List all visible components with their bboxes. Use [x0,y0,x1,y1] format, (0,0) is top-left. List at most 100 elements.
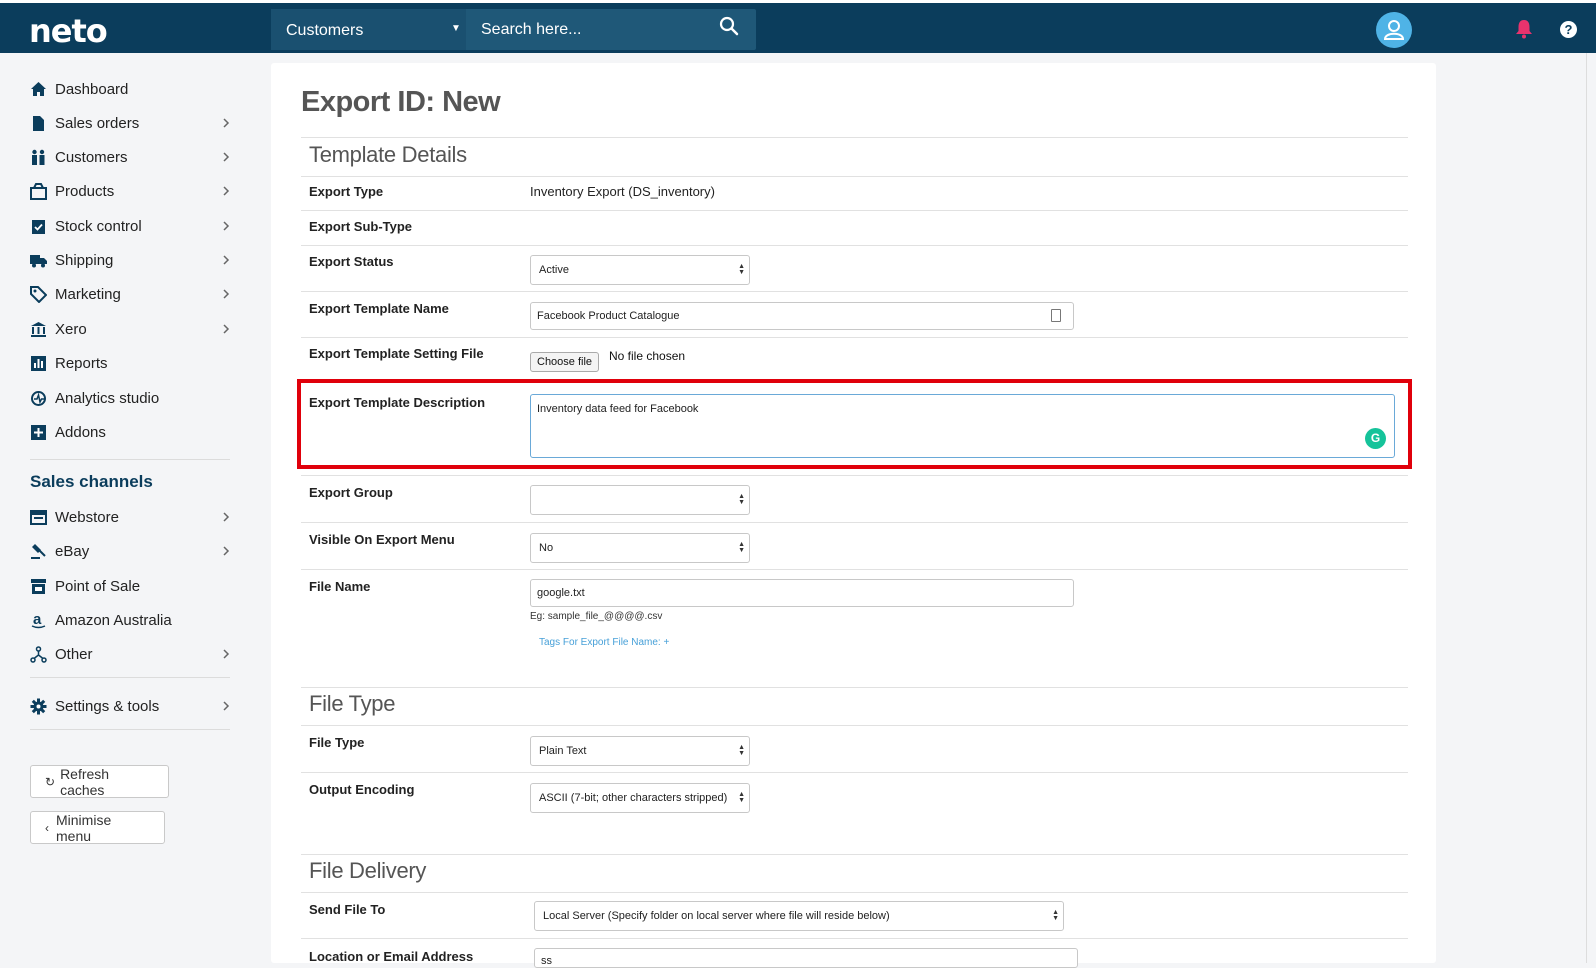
export-group-select[interactable]: ▲ ▼ [530,485,750,515]
search-icon[interactable] [718,15,748,43]
sidebar-item-amazon-australia[interactable]: a Amazon Australia [30,606,230,634]
help-icon[interactable]: ? [1560,21,1577,38]
chevron-right-icon [222,322,230,334]
select-arrows-icon: ▲ ▼ [738,263,745,276]
bar-chart-icon [30,355,47,372]
output-encoding-value: ASCII (7-bit; other characters stripped) [539,792,728,804]
sidebar-item-label: Stock control [55,217,142,235]
sidebar-item-ebay[interactable]: eBay [30,537,230,565]
divider [301,522,1408,523]
bell-icon[interactable] [1515,19,1533,39]
search-category-select[interactable]: Customers [271,9,466,50]
divider [301,854,1408,855]
network-icon [30,645,47,663]
sidebar-item-label: Addons [55,423,106,441]
visible-on-menu-select[interactable]: No ▲ ▼ [530,533,750,563]
sidebar-item-label: Xero [55,320,87,338]
export-status-value: Active [539,264,569,276]
section-title-file-delivery: File Delivery [309,858,427,883]
sidebar-item-settings-tools[interactable]: Settings & tools [30,692,230,720]
user-avatar[interactable] [1376,12,1412,48]
no-file-chosen-text: No file chosen [609,349,686,363]
highlight-box [297,379,1412,469]
visible-on-menu-value: No [539,542,554,554]
sidebar-item-xero[interactable]: Xero [30,315,230,343]
sidebar-item-dashboard[interactable]: Dashboard [30,75,230,103]
refresh-icon: ↻ [45,774,56,789]
chevron-right-icon [222,544,230,556]
sidebar-item-label: Settings & tools [55,697,160,715]
file-name-value: google.txt [537,587,585,599]
sidebar-item-products[interactable]: Products [30,177,230,205]
section-title-template-details: Template Details [309,142,467,167]
setting-file-label: Export Template Setting File [309,346,484,361]
select-arrows-icon: ▲ ▼ [738,541,745,554]
export-form-card: Export ID: New Template Details Export T… [271,63,1436,968]
divider [301,475,1408,476]
chevron-right-icon [222,699,230,711]
sidebar-item-marketing[interactable]: Marketing [30,280,230,308]
sidebar-item-sales-orders[interactable]: Sales orders [30,109,230,137]
refresh-caches-button[interactable]: ↻ Refresh caches [30,765,169,798]
bank-icon [30,321,47,338]
divider [301,772,1408,773]
file-type-select[interactable]: Plain Text ▲ ▼ [530,736,750,766]
template-name-input[interactable]: Facebook Product Catalogue [530,302,1074,330]
template-name-value: Facebook Product Catalogue [537,310,680,322]
choose-file-button[interactable]: Choose file [530,352,600,372]
contact-card-icon [1051,309,1061,322]
search-input[interactable] [469,9,709,50]
sidebar-item-reports[interactable]: Reports [30,349,230,377]
divider [301,176,1408,177]
sidebar-item-label: Webstore [55,508,119,526]
chevron-right-icon [222,287,230,299]
people-icon [30,149,47,166]
sidebar-item-webstore[interactable]: Webstore [30,503,230,531]
sales-channels-heading: Sales channels [30,472,153,491]
export-status-select[interactable]: Active ▲ ▼ [530,255,750,285]
divider [301,725,1408,726]
location-label: Location or Email Address [309,949,474,964]
sidebar-item-label: eBay [55,542,90,560]
export-group-label: Export Group [309,485,393,500]
page-scrollbar[interactable] [1586,53,1596,963]
output-encoding-label: Output Encoding [309,782,415,797]
sidebar-item-customers[interactable]: Customers [30,143,230,171]
sidebar-item-label: Other [55,645,93,663]
amazon-icon: a [30,612,47,629]
sidebar-item-shipping[interactable]: Shipping [30,246,230,274]
minimise-menu-button[interactable]: ‹ Minimise menu [30,811,165,844]
svg-text:a: a [33,612,42,628]
file-name-label: File Name [309,579,371,594]
output-encoding-select[interactable]: ASCII (7-bit; other characters stripped)… [530,783,750,813]
sidebar-item-analytics-studio[interactable]: Analytics studio [30,384,230,412]
divider [301,892,1408,893]
gear-icon [30,698,47,715]
file-name-hint: Eg: sample_file_@@@@.csv [530,611,663,622]
sidebar-item-label: Analytics studio [55,389,160,407]
divider [301,569,1408,570]
location-input[interactable]: ss [534,948,1078,968]
tag-icon [30,285,47,303]
select-arrows-icon: ▲ ▼ [738,493,745,506]
send-file-to-select[interactable]: Local Server (Specify folder on local se… [534,901,1064,931]
browser-icon [30,509,47,526]
file-name-input[interactable]: google.txt [530,579,1074,607]
store-icon [30,578,47,595]
sidebar-item-point-of-sale[interactable]: Point of Sale [30,572,230,600]
tags-for-export-file-name-link[interactable]: Tags For Export File Name: + [539,637,669,648]
top-navbar: neto Customers ▼ ? [0,0,1596,53]
neto-logo[interactable]: neto [29,12,108,50]
page-title: Export ID: New [301,86,501,118]
sidebar-item-addons[interactable]: Addons [30,418,230,446]
export-type-label: Export Type [309,184,384,199]
chevron-right-icon [222,150,230,162]
document-icon [30,115,47,132]
divider [301,337,1408,338]
sidebar-item-other[interactable]: Other [30,640,230,668]
sidebar-item-stock-control[interactable]: Stock control [30,212,230,240]
sidebar-item-label: Reports [55,354,108,372]
export-subtype-label: Export Sub-Type [309,219,413,234]
sidebar-item-label: Dashboard [55,80,129,98]
chevron-right-icon [222,116,230,128]
